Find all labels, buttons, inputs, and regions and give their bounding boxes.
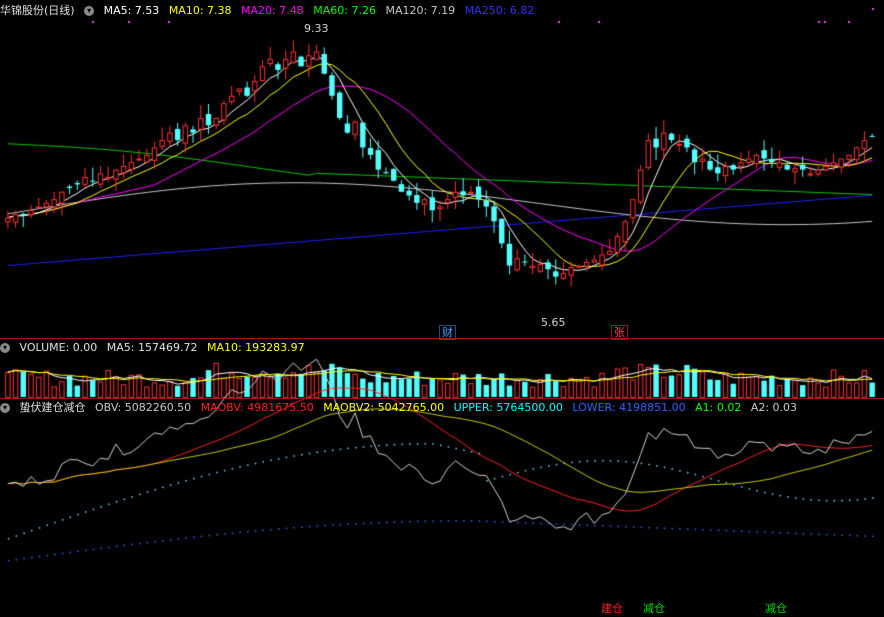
maobv-label: MAOBV: 4981675.50 — [200, 401, 314, 414]
indicator-panel-header: ▾ 蛰伏建仓减仓 OBV: 5082260.50 MAOBV: 4981675.… — [0, 400, 803, 416]
ma60-label: MA60: 7.26 — [313, 4, 376, 17]
panel-divider — [0, 338, 884, 339]
main-panel-header: 华锦股份(日线) ▾ MA5: 7.53 MA10: 7.38 MA20: 7.… — [0, 3, 540, 19]
obv-label: OBV: 5082260.50 — [95, 401, 192, 414]
ma5-label: MA5: 7.53 — [103, 4, 160, 17]
volume-ma5-label: MA5: 157469.72 — [106, 341, 198, 354]
lower-label: LOWER: 4198851.00 — [572, 401, 686, 414]
reduce-position-signal: 减仓 — [765, 602, 787, 615]
maobv2-label: MAOBV2: 5042765.00 — [323, 401, 445, 414]
high-price-mark: 9.33 — [304, 22, 329, 35]
stock-chart-canvas[interactable] — [0, 0, 884, 617]
low-price-mark: 5.65 — [541, 316, 566, 329]
chevron-down-icon[interactable]: ▾ — [84, 6, 95, 16]
ma20-label: MA20: 7.48 — [241, 4, 304, 17]
build-position-signal: 建仓 — [601, 602, 623, 615]
a2-label: A2: 0.03 — [750, 401, 798, 414]
volume-ma10-label: MA10: 193283.97 — [206, 341, 305, 354]
ma120-label: MA120: 7.19 — [385, 4, 456, 17]
a1-label: A1: 0.02 — [695, 401, 742, 414]
indicator-title[interactable]: 蛰伏建仓减仓 — [20, 401, 86, 414]
ma250-label: MA250: 6.82 — [464, 4, 535, 17]
volume-panel-header: ▾ VOLUME: 0.00 MA5: 157469.72 MA10: 1932… — [0, 340, 311, 356]
stock-name[interactable]: 华锦股份(日线) — [0, 4, 75, 17]
panel-divider — [0, 398, 884, 399]
chevron-down-icon[interactable]: ▾ — [0, 343, 10, 353]
upper-label: UPPER: 5764500.00 — [453, 401, 563, 414]
reduce-position-signal: 减仓 — [643, 602, 665, 615]
chevron-down-icon[interactable]: ▾ — [0, 403, 10, 413]
ma10-label: MA10: 7.38 — [168, 4, 232, 17]
volume-title: VOLUME: 0.00 — [19, 341, 98, 354]
